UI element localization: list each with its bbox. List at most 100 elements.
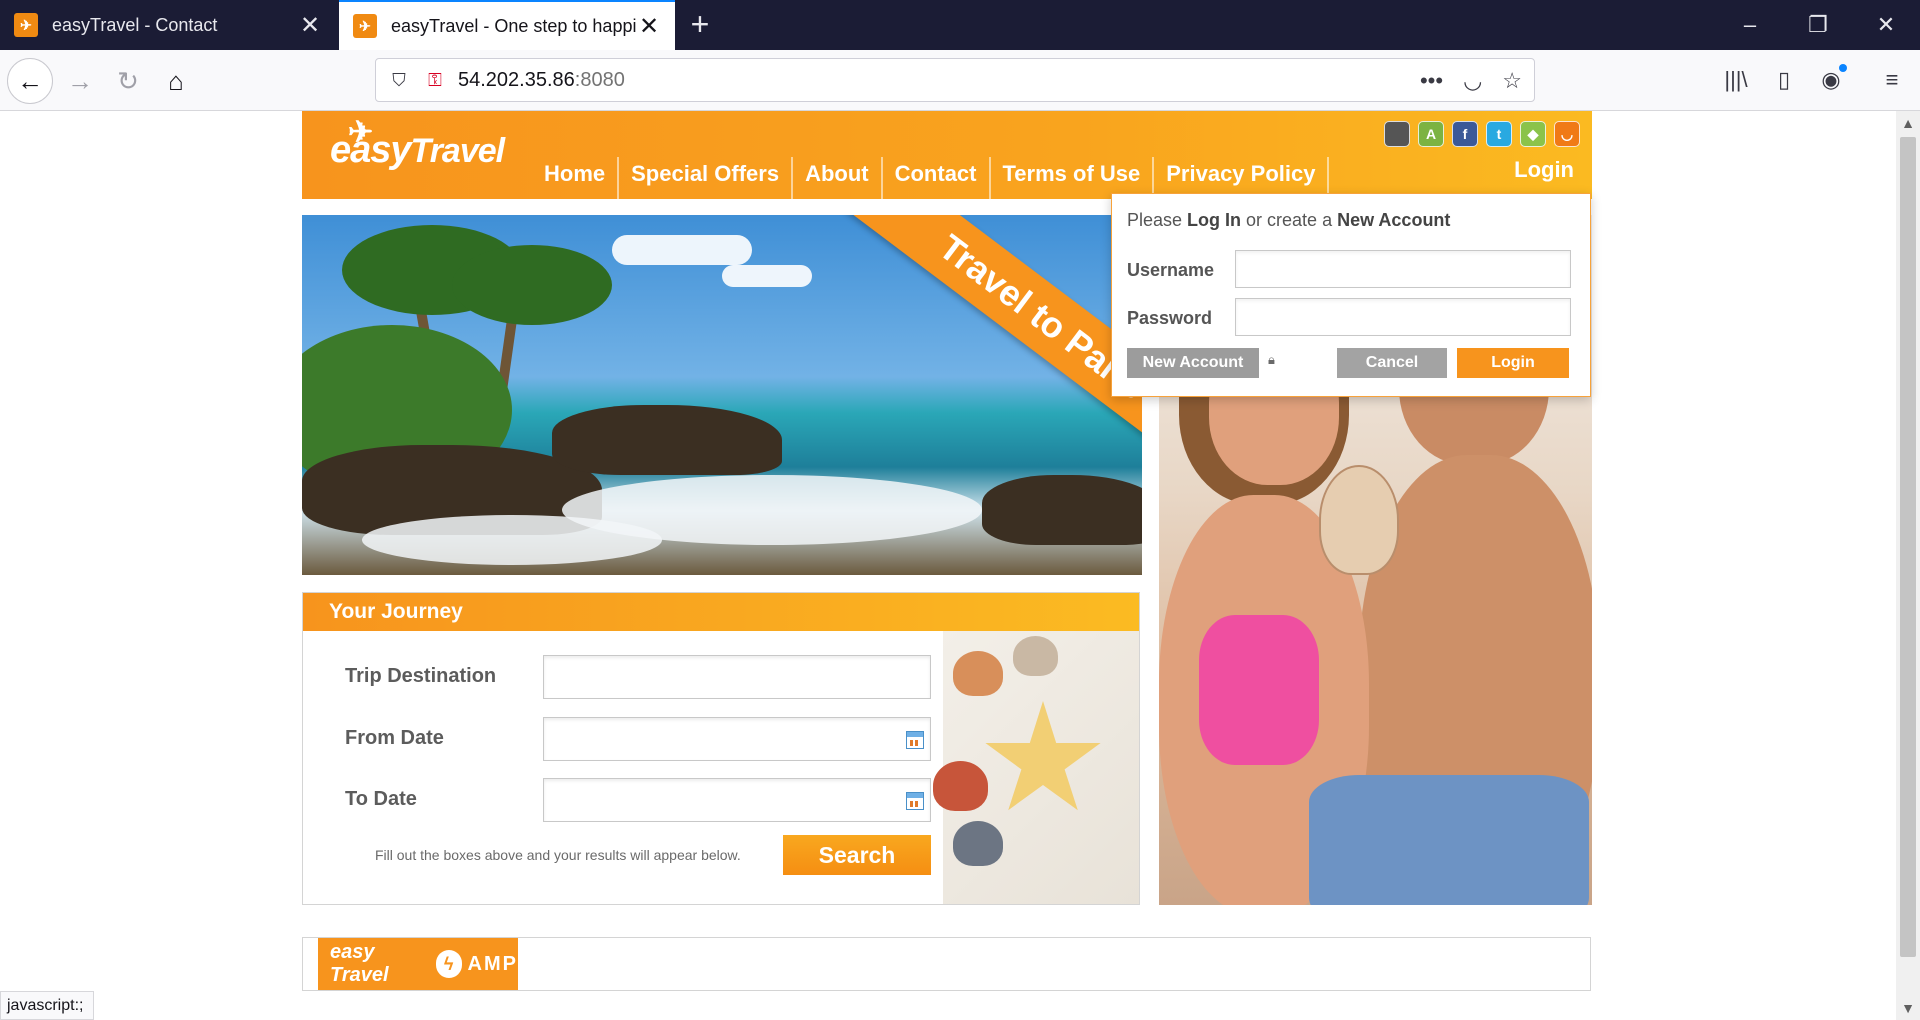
site-header: ✈ easyTravel A f t ◆ ◡ Home Special Offe… <box>302 111 1592 199</box>
nav-special-offers[interactable]: Special Offers <box>619 157 794 199</box>
shell <box>953 651 1003 696</box>
nav-about[interactable]: About <box>793 157 883 199</box>
close-tab-icon[interactable]: ✕ <box>637 12 661 41</box>
blue-shorts <box>1309 775 1589 905</box>
status-bar: javascript:; <box>0 991 94 1020</box>
twitter-icon[interactable]: t <box>1486 121 1512 147</box>
username-label: Username <box>1127 260 1215 280</box>
login-prompt: Please Log In or create a New Account <box>1127 210 1450 231</box>
prompt-please: Please <box>1127 210 1188 230</box>
rock <box>552 405 782 475</box>
pink-bikini <box>1199 615 1319 765</box>
lightning-bolt-icon: ϟ <box>435 950 462 978</box>
starfish <box>985 701 1101 811</box>
easytravel-favicon-icon: ✈ <box>14 13 38 37</box>
forward-button[interactable]: → <box>57 58 103 104</box>
menu-icon[interactable]: ≡ <box>1876 64 1908 96</box>
bookmark-star-icon[interactable]: ☆ <box>1502 68 1522 94</box>
prompt-new-account: New Account <box>1337 210 1451 230</box>
rss-icon[interactable]: ◡ <box>1554 121 1580 147</box>
tracking-shield-icon[interactable]: ⛉ <box>388 70 410 91</box>
scrollbar-thumb[interactable] <box>1900 137 1916 957</box>
seashells-decoration <box>933 631 1139 904</box>
journey-title: Your Journey <box>303 593 1139 631</box>
calendar-icon[interactable] <box>906 792 924 810</box>
easytravel-logo[interactable]: ✈ easyTravel <box>330 116 506 172</box>
page-actions-icon[interactable]: ••• <box>1420 68 1443 94</box>
calendar-icon[interactable] <box>906 731 924 749</box>
sidebar-icon[interactable]: ▯ <box>1768 64 1800 96</box>
windows-icon[interactable]: ◆ <box>1520 121 1546 147</box>
prompt-mid: or create a <box>1241 210 1338 230</box>
cloud <box>612 235 752 265</box>
url-host: 54.202.35.86 <box>458 68 575 91</box>
rock <box>982 475 1142 545</box>
restore-window-button[interactable]: ❐ <box>1784 0 1852 50</box>
travel-to-paris-ribbon[interactable]: Travel to Paris <box>839 215 1142 481</box>
login-button[interactable]: Login <box>1457 348 1569 378</box>
from-date-input[interactable] <box>543 717 931 761</box>
insecure-connection-icon[interactable]: ⚿ <box>424 70 446 91</box>
tab-title: easyTravel - One step to happiness <box>391 15 637 36</box>
search-hint: Fill out the boxes above and your result… <box>375 847 741 863</box>
reload-button[interactable]: ↻ <box>105 58 151 104</box>
hero-beach-image[interactable]: Travel to Paris <box>302 215 1142 575</box>
easytravel-favicon-icon: ✈ <box>353 14 377 38</box>
url-text[interactable]: 54.202.35.86:8080 <box>458 69 625 92</box>
facebook-icon[interactable]: f <box>1452 121 1478 147</box>
url-port: :8080 <box>574 68 625 91</box>
seashell <box>1319 465 1399 575</box>
wave-foam <box>362 515 662 565</box>
shell <box>953 821 1003 866</box>
url-bar[interactable]: ⛉ ⚿ 54.202.35.86:8080 ••• ◡ ☆ <box>375 58 1535 102</box>
password-input[interactable] <box>1235 298 1571 336</box>
new-tab-button[interactable]: + <box>682 0 718 50</box>
account-glyph: ◉ <box>1821 67 1841 92</box>
password-label: Password <box>1127 308 1213 328</box>
scroll-down-icon[interactable]: ▼ <box>1896 998 1920 1018</box>
shell <box>933 761 988 811</box>
nav-home[interactable]: Home <box>532 157 620 199</box>
shell <box>1013 636 1058 676</box>
logo-travel: Travel <box>410 132 506 170</box>
to-date-input[interactable] <box>543 778 931 822</box>
trip-destination-label: Trip Destination <box>345 665 497 687</box>
account-icon[interactable]: ◉ <box>1815 64 1847 96</box>
android-icon[interactable]: A <box>1418 121 1444 147</box>
cloud <box>722 265 812 287</box>
tab-home[interactable]: ✈ easyTravel - One step to happiness ✕ <box>339 0 675 50</box>
tab-contact[interactable]: ✈ easyTravel - Contact ✕ <box>0 0 336 50</box>
apple-icon[interactable] <box>1384 121 1410 147</box>
to-date-label: To Date <box>345 788 417 810</box>
new-account-button[interactable]: New Account <box>1127 348 1259 378</box>
trip-destination-input[interactable] <box>543 655 931 699</box>
amp-logo-amp: AMP <box>467 952 518 975</box>
home-button[interactable]: ⌂ <box>153 58 199 104</box>
browser-toolbar: ← → ↻ ⌂ ⛉ ⚿ 54.202.35.86:8080 ••• ◡ ☆ ||… <box>0 50 1920 111</box>
login-link[interactable]: Login <box>1514 157 1574 183</box>
cancel-button[interactable]: Cancel <box>1337 348 1447 378</box>
plane-icon: ✈ <box>348 116 373 149</box>
page-scrollbar[interactable]: ▲ ▼ <box>1896 111 1920 1020</box>
social-icons: A f t ◆ ◡ <box>1384 121 1580 147</box>
minimize-window-button[interactable]: – <box>1716 0 1784 50</box>
lock-icon: 🔒︎ <box>1268 352 1275 367</box>
amp-logo-easytravel: easy Travel <box>330 941 389 986</box>
from-date-label: From Date <box>345 727 444 749</box>
scroll-up-icon[interactable]: ▲ <box>1896 113 1920 133</box>
close-window-button[interactable]: ✕ <box>1852 0 1920 50</box>
notification-dot <box>1839 64 1847 72</box>
tab-title: easyTravel - Contact <box>52 14 218 35</box>
nav-contact[interactable]: Contact <box>883 157 991 199</box>
easytravel-amp-logo[interactable]: easy Travel ϟ AMP <box>318 938 518 990</box>
login-popup: Please Log In or create a New Account Us… <box>1111 193 1591 397</box>
journey-search-panel: Your Journey Trip Destination From Date … <box>302 592 1140 905</box>
browser-tab-bar: ✈ easyTravel - Contact ✕ ✈ easyTravel - … <box>0 0 1920 50</box>
back-button[interactable]: ← <box>7 58 53 104</box>
close-tab-icon[interactable]: ✕ <box>298 11 322 40</box>
username-input[interactable] <box>1235 250 1571 288</box>
pocket-icon[interactable]: ◡ <box>1463 68 1482 94</box>
library-icon[interactable]: |||\ <box>1720 64 1752 96</box>
amp-bar: easy Travel ϟ AMP <box>302 937 1591 991</box>
search-button[interactable]: Search <box>783 835 931 875</box>
